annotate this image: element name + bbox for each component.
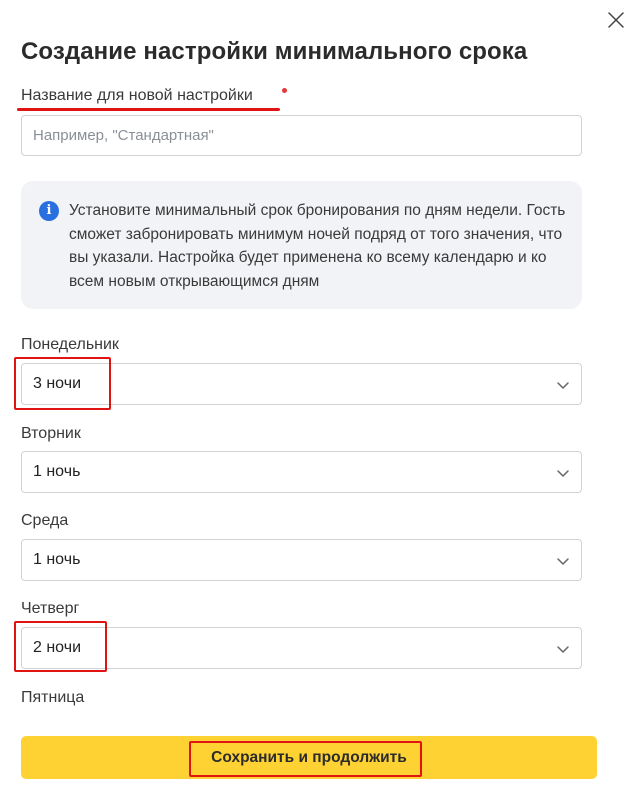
- chevron-down-icon: [557, 470, 569, 477]
- save-and-continue-button[interactable]: Сохранить и продолжить: [21, 736, 597, 779]
- wednesday-label: Среда: [21, 512, 69, 529]
- name-field-label: Название для новой настройки: [21, 87, 253, 104]
- close-icon: [608, 12, 624, 28]
- highlight-underline: [17, 108, 280, 111]
- required-indicator: [282, 88, 287, 93]
- close-button[interactable]: [604, 8, 628, 32]
- save-button-label: Сохранить и продолжить: [211, 749, 407, 766]
- setting-name-input[interactable]: [21, 115, 582, 156]
- friday-label: Пятница: [21, 689, 85, 706]
- chevron-down-icon: [557, 646, 569, 653]
- dialog-title: Создание настройки минимального срока: [21, 38, 528, 65]
- thursday-label: Четверг: [21, 600, 80, 617]
- info-box: i Установите минимальный срок бронирован…: [21, 181, 582, 309]
- tuesday-select-value: 1 ночь: [33, 463, 81, 480]
- monday-label: Понедельник: [21, 336, 119, 353]
- chevron-down-icon: [557, 558, 569, 565]
- info-text: Установите минимальный срок бронирования…: [69, 202, 566, 290]
- info-icon: i: [39, 201, 59, 221]
- chevron-down-icon: [557, 382, 569, 389]
- monday-select[interactable]: 3 ночи: [21, 363, 582, 405]
- monday-select-value: 3 ночи: [33, 375, 81, 392]
- tuesday-select[interactable]: 1 ночь: [21, 451, 582, 493]
- thursday-select[interactable]: 2 ночи: [21, 627, 582, 669]
- tuesday-label: Вторник: [21, 425, 81, 442]
- wednesday-select-value: 1 ночь: [33, 551, 81, 568]
- wednesday-select[interactable]: 1 ночь: [21, 539, 582, 581]
- thursday-select-value: 2 ночи: [33, 639, 81, 656]
